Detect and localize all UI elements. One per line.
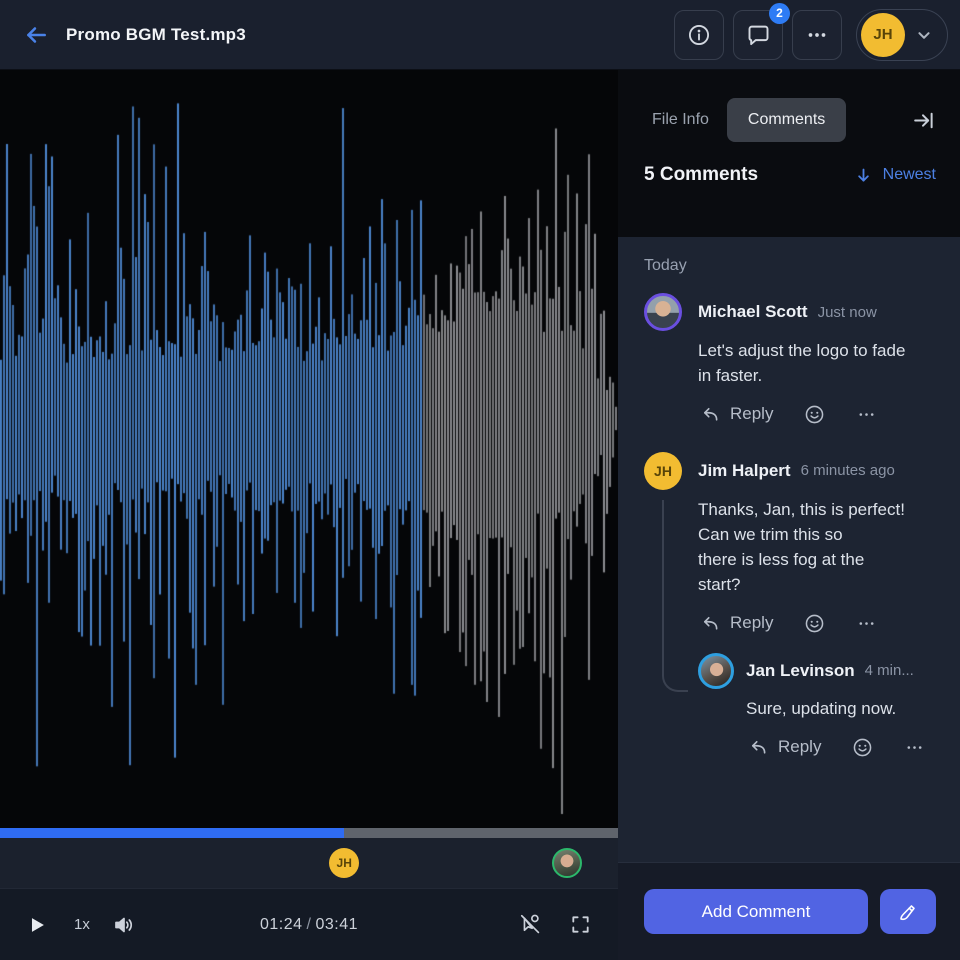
comments-count: 5 Comments [644,164,758,186]
emoji-button[interactable] [801,401,828,428]
comment-list: Today Michael Scott Just now Let's adjus… [618,237,960,862]
avatar-michael-scott[interactable] [644,293,682,331]
progress-bar[interactable] [0,828,618,838]
time-separator: / [303,916,316,933]
reply-button[interactable]: Reply [698,402,775,427]
reply-icon [700,613,721,634]
waveform-canvas[interactable] [0,70,618,828]
fullscreen-button[interactable] [565,909,596,940]
avatar-jan-levinson[interactable] [698,653,734,689]
emoji-button[interactable] [849,734,876,761]
info-icon [686,22,712,48]
emoji-button[interactable] [801,610,828,637]
comment-more-button[interactable] [854,402,879,427]
playback-speed-button[interactable]: 1x [74,916,90,933]
comment-marker-strip: JH [0,838,618,888]
ellipsis-icon [804,22,830,48]
file-info-button[interactable] [674,10,724,60]
volume-button[interactable] [108,909,140,941]
comments-count-row: 5 Comments Newest [644,164,936,186]
sort-label: Newest [883,166,936,184]
current-time: 01:24 [260,916,303,933]
avatar-jim-halpert[interactable]: JH [644,452,682,490]
timeline-marker-jh[interactable]: JH [329,848,359,878]
collapse-sidebar-button[interactable] [911,108,936,133]
date-divider: Today [644,257,938,275]
sort-button[interactable]: Newest [854,166,936,185]
reply-label: Reply [730,404,773,424]
comment-jan-levinson: Jan Levinson 4 min... Sure, updating now… [698,653,938,761]
reply-icon [748,737,769,758]
comment-timestamp: 4 min... [865,662,914,679]
add-comment-button[interactable]: Add Comment [644,889,868,934]
tab-bar: File Info Comments [644,98,936,142]
comments-sidebar: File Info Comments 5 Comments [618,70,960,960]
smiley-icon [803,612,826,635]
comments-toggle-button[interactable]: 2 [733,10,783,60]
pen-icon [896,900,920,924]
sidebar-header: File Info Comments 5 Comments [618,70,960,237]
reply-label: Reply [778,737,821,757]
reply-button[interactable]: Reply [698,611,775,636]
arrow-down-icon [854,166,873,185]
play-button[interactable] [22,910,52,940]
reply-icon [700,404,721,425]
timeline-marker-avatar[interactable] [552,848,582,878]
reply-button[interactable]: Reply [746,735,823,760]
smiley-icon [851,736,874,759]
player-controls: 1x 01:24/03:41 [0,888,618,960]
ellipsis-icon [904,737,925,758]
more-options-button[interactable] [792,10,842,60]
comment-author: Jan Levinson [746,661,855,681]
comment-body: Thanks, Jan, this is perfect! Can we tri… [698,498,938,598]
comment-body: Sure, updating now. [746,697,938,722]
comment-timestamp: 6 minutes ago [801,462,895,479]
arrow-left-icon [23,22,49,48]
smiley-icon [803,403,826,426]
collapse-right-icon [911,108,936,133]
draw-annotation-button[interactable] [880,889,936,934]
back-button[interactable] [18,17,54,53]
markers-toggle-button[interactable] [514,908,547,941]
topbar: Promo BGM Test.mp3 2 [0,0,960,70]
chevron-down-icon [905,24,935,46]
thread-connector [662,500,688,692]
ellipsis-icon [856,404,877,425]
account-menu-button[interactable]: JH [856,9,948,61]
comment-jim-halpert: JH Jim Halpert 6 minutes ago Thanks, Jan… [644,452,938,761]
comment-timestamp: Just now [818,304,877,321]
comment-body: Let's adjust the logo to fade in faster. [698,339,938,389]
progress-fill [0,828,344,838]
comment-more-button[interactable] [902,735,927,760]
comment-composer: Add Comment [618,862,960,960]
audio-review-app: Promo BGM Test.mp3 2 [0,0,960,960]
audio-player: JH 1x [0,70,618,960]
user-avatar: JH [861,13,905,57]
page-title: Promo BGM Test.mp3 [66,25,246,45]
comment-author: Jim Halpert [698,461,791,481]
reply-label: Reply [730,613,773,633]
comment-count-badge: 2 [769,3,790,24]
speaker-icon [112,913,136,937]
comment-author: Michael Scott [698,302,808,322]
tab-comments[interactable]: Comments [727,98,846,142]
tab-file-info[interactable]: File Info [644,98,717,142]
fullscreen-icon [569,913,592,936]
comment-bubble-icon [745,21,772,48]
comment-michael-scott: Michael Scott Just now Let's adjust the … [644,293,938,428]
play-icon [26,914,48,936]
comment-more-button[interactable] [854,611,879,636]
ellipsis-icon [856,613,877,634]
markers-off-icon [518,912,543,937]
duration: 03:41 [315,916,358,933]
